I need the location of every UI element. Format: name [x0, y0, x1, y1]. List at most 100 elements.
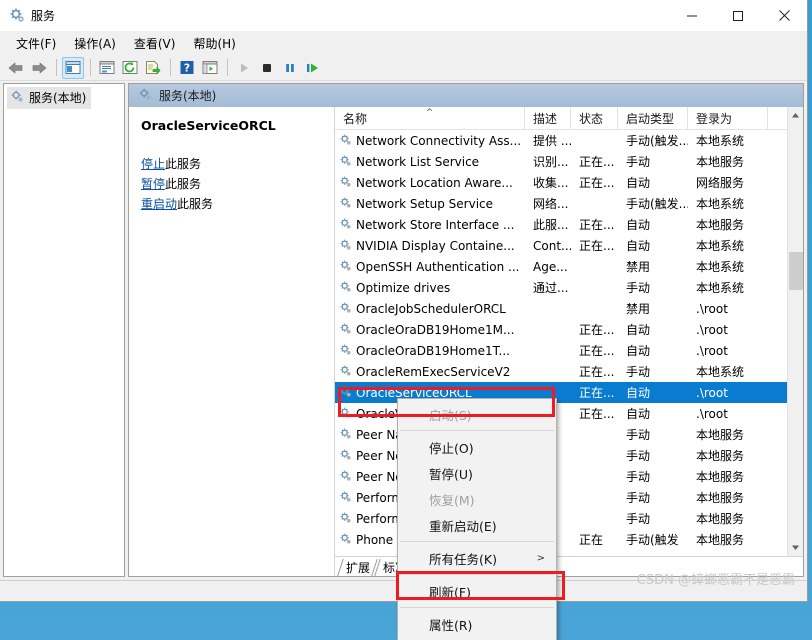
service-name-label: Network Connectivity Ass...	[356, 133, 522, 148]
cell-log-on-as: 本地服务	[696, 491, 745, 505]
cell-service-name: Network Store Interface ...	[335, 217, 525, 233]
cell-startup-type: 自动	[626, 386, 651, 400]
column-log-on-as[interactable]: 登录为	[688, 107, 768, 129]
cell-log-on-as: .\root	[696, 301, 728, 316]
column-description[interactable]: 描述	[525, 107, 571, 129]
toolbar-separator	[56, 59, 57, 76]
tree-item-services-local[interactable]: 服务(本地)	[7, 87, 92, 109]
cell-description: Cont...	[533, 238, 571, 253]
vertical-scrollbar[interactable]	[787, 107, 803, 556]
column-status[interactable]: 状态	[571, 107, 618, 129]
menu-action[interactable]: 操作(A)	[65, 32, 125, 55]
table-row[interactable]: Network Location Aware... 收集... 正在... 自动 网络服…	[335, 172, 787, 193]
service-name-label: OracleOraDB19Home1M...	[356, 322, 515, 337]
cell-status: 正在...	[579, 365, 615, 379]
minimize-button[interactable]	[669, 0, 715, 31]
service-name-label: OracleJobSchedulerORCL	[356, 301, 506, 316]
service-name-label: Network Setup Service	[356, 196, 494, 211]
table-row[interactable]: OracleRemExecServiceV2 正在... 手动 本地系统	[335, 361, 787, 382]
cell-description: Age...	[533, 259, 568, 274]
start-service-icon[interactable]	[233, 57, 255, 79]
scroll-down-arrow-icon[interactable]	[788, 539, 804, 556]
watermark-text: CSDN @蟑螂恶霸不是恶霸	[636, 573, 795, 588]
toolbar: ?	[0, 55, 807, 81]
cell-startup-type: 手动	[626, 281, 651, 295]
ctx-pause[interactable]: 暂停(U)	[398, 460, 556, 486]
column-startup-type[interactable]: 启动类型	[618, 107, 688, 129]
service-name-label: OpenSSH Authentication ...	[356, 259, 520, 274]
cell-service-name: Optimize drives	[335, 280, 525, 296]
cell-log-on-as: 本地系统	[696, 260, 745, 274]
cell-description: 识别...	[533, 155, 569, 169]
pause-service-link[interactable]: 暂停	[141, 177, 165, 191]
table-row[interactable]: Network Connectivity Ass... 提供 ... 手动(触发..…	[335, 130, 787, 151]
context-menu-separator	[400, 607, 554, 608]
cell-startup-type: 手动(触发	[626, 533, 679, 547]
ctx-all-tasks[interactable]: 所有任务(K) >	[398, 545, 556, 571]
stop-service-icon[interactable]	[256, 57, 278, 79]
window-controls	[669, 0, 807, 31]
table-row[interactable]: OracleOraDB19Home1M... 正在... 自动 .\root	[335, 319, 787, 340]
ctx-properties[interactable]: 属性(R)	[398, 611, 556, 637]
menu-help[interactable]: 帮助(H)	[184, 32, 244, 55]
column-header-label: 描述	[533, 111, 558, 126]
tab-extended[interactable]: 扩展	[338, 559, 375, 576]
menu-file[interactable]: 文件(F)	[7, 32, 65, 55]
scrollbar-thumb[interactable]	[789, 252, 803, 290]
pause-service-icon[interactable]	[279, 57, 301, 79]
stop-service-row: 停止此服务	[141, 155, 324, 172]
cell-log-on-as: 本地系统	[696, 197, 745, 211]
show-hide-console-tree-icon[interactable]	[62, 56, 84, 79]
service-gear-icon	[339, 301, 352, 317]
help-icon[interactable]: ?	[176, 57, 198, 79]
stop-service-link[interactable]: 停止	[141, 157, 165, 171]
restart-service-link[interactable]: 重启动	[141, 197, 177, 211]
export-list-icon[interactable]	[142, 57, 164, 79]
scroll-up-arrow-icon[interactable]	[788, 107, 804, 124]
context-menu-item-label: 暂停(U)	[429, 466, 473, 482]
service-gear-icon	[339, 511, 352, 527]
pause-service-row: 暂停此服务	[141, 175, 324, 192]
service-name-label: Network Location Aware...	[356, 175, 513, 190]
refresh-icon[interactable]	[119, 57, 141, 79]
restart-service-icon[interactable]	[302, 57, 324, 79]
back-icon[interactable]	[5, 57, 27, 79]
cell-log-on-as: 本地服务	[696, 449, 745, 463]
service-gear-icon	[339, 280, 352, 296]
cell-startup-type: 自动	[626, 407, 651, 421]
service-name-label: OracleRemExecServiceV2	[356, 364, 511, 379]
cell-startup-type: 手动	[626, 449, 651, 463]
column-header-label: 名称	[343, 111, 368, 126]
ctx-stop[interactable]: 停止(O)	[398, 434, 556, 460]
service-gear-icon	[339, 238, 352, 254]
cell-startup-type: 手动	[626, 365, 651, 379]
cell-status: 正在...	[579, 344, 615, 358]
service-gear-icon	[339, 406, 352, 422]
table-row[interactable]: Network List Service 识别... 正在... 手动 本地服务	[335, 151, 787, 172]
context-menu-separator	[400, 574, 554, 575]
ctx-refresh[interactable]: 刷新(F)	[398, 578, 556, 604]
menu-view[interactable]: 查看(V)	[125, 32, 185, 55]
table-row[interactable]: NVIDIA Display Containe... Cont... 正在... 自动…	[335, 235, 787, 256]
ctx-restart[interactable]: 重新启动(E)	[398, 512, 556, 538]
cell-log-on-as: 本地系统	[696, 281, 745, 295]
cell-log-on-as: 本地服务	[696, 512, 745, 526]
cell-description: 网络...	[533, 197, 569, 211]
table-row[interactable]: OracleJobSchedulerORCL 禁用 .\root	[335, 298, 787, 319]
close-button[interactable]	[761, 0, 807, 31]
cell-description: 提供 ...	[533, 134, 571, 148]
service-gear-icon	[339, 490, 352, 506]
ctx-resume: 恢复(M)	[398, 486, 556, 512]
table-row[interactable]: Network Setup Service 网络... 手动(触发... 本地系统	[335, 193, 787, 214]
table-row[interactable]: OracleOraDB19Home1T... 正在... 自动 .\root	[335, 340, 787, 361]
cell-startup-type: 自动	[626, 344, 651, 358]
table-row[interactable]: Optimize drives 通过... 手动 本地系统	[335, 277, 787, 298]
table-row[interactable]: OpenSSH Authentication ... Age... 禁用 本地系统	[335, 256, 787, 277]
column-name[interactable]: 名称 ^	[335, 107, 525, 129]
maximize-button[interactable]	[715, 0, 761, 31]
table-row[interactable]: Network Store Interface ... 此服... 正在... 自动 本…	[335, 214, 787, 235]
properties-icon[interactable]	[96, 57, 118, 79]
forward-icon[interactable]	[28, 57, 50, 79]
show-action-pane-icon[interactable]	[199, 57, 221, 79]
cell-description: 收集...	[533, 176, 569, 190]
